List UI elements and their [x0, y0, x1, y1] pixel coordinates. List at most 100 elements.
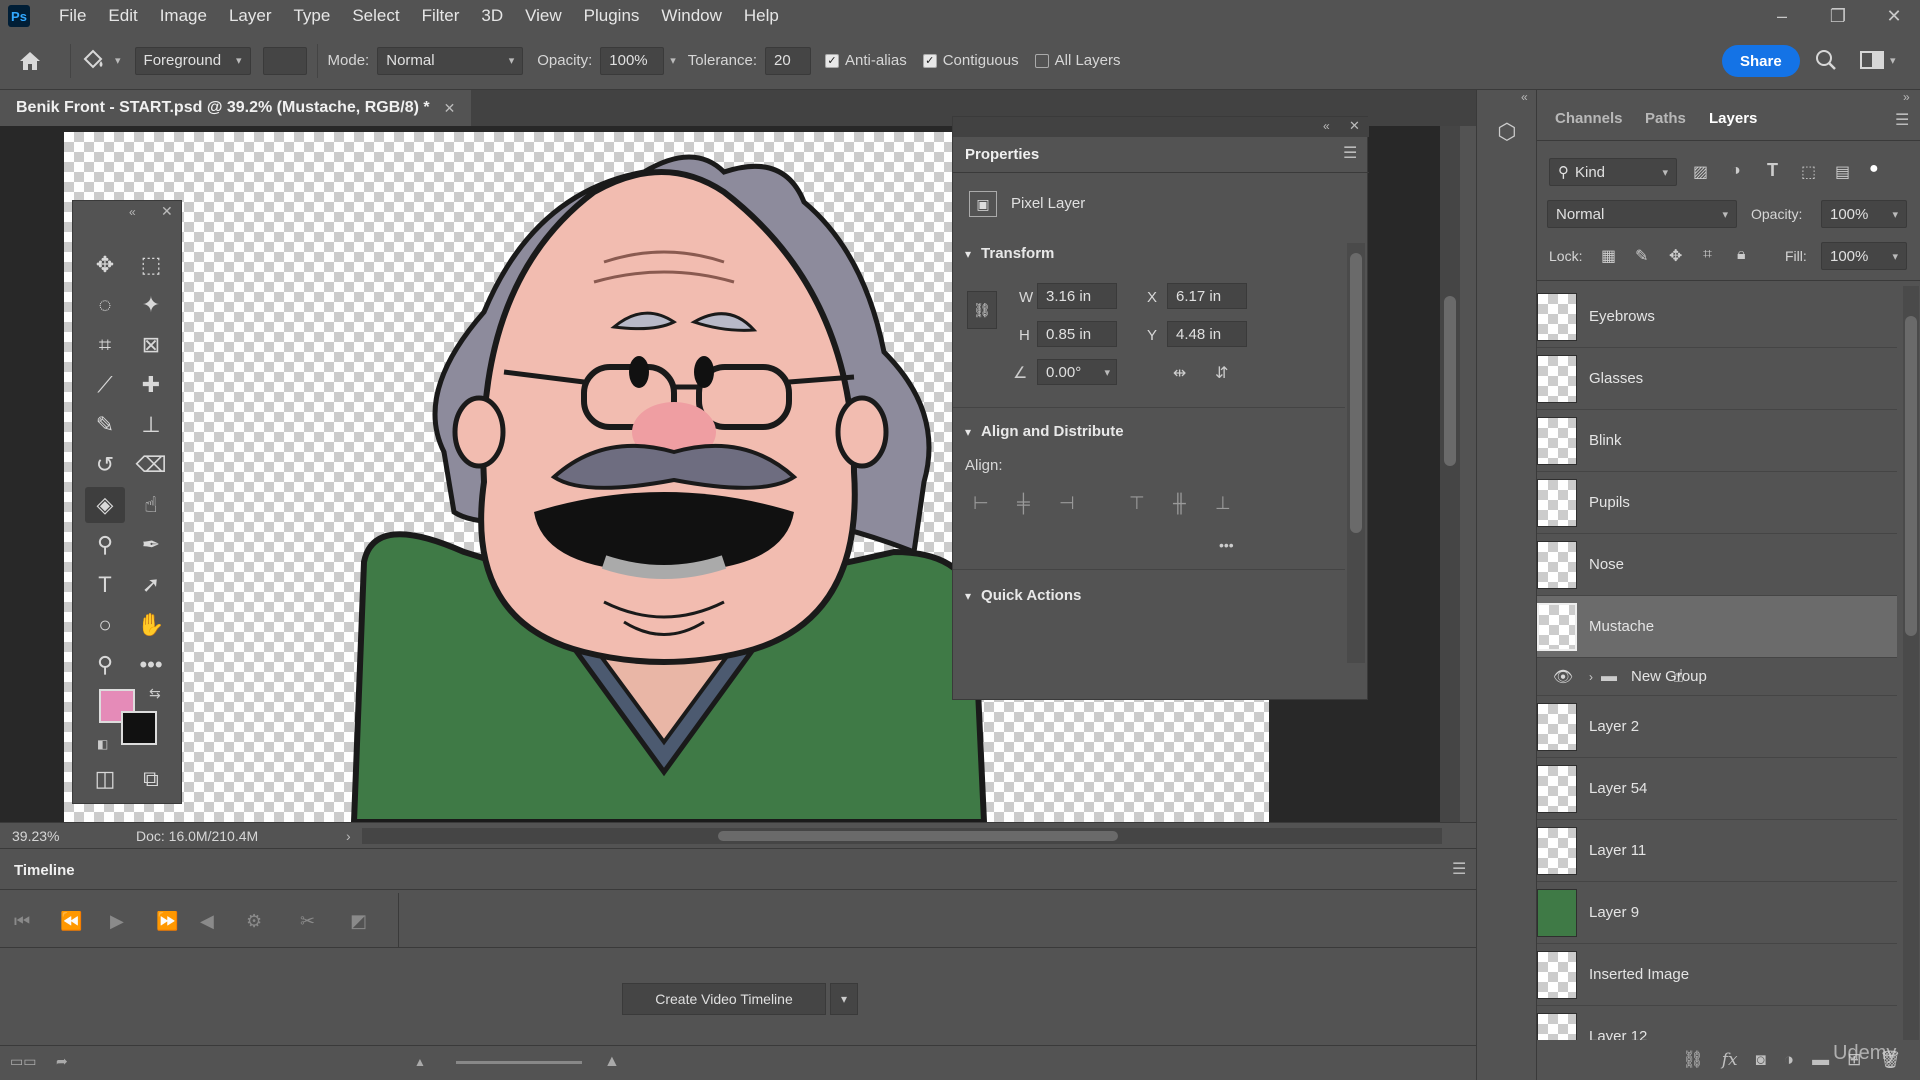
antialias-checkbox[interactable]: ✓ Anti-alias: [825, 52, 907, 69]
minimize-button[interactable]: –: [1754, 0, 1810, 32]
status-arrow-icon[interactable]: ›: [346, 828, 351, 844]
fill-input[interactable]: 100% ▾: [1821, 242, 1907, 270]
zoom-in-mountain-icon[interactable]: ▲: [604, 1053, 620, 1071]
menu-plugins[interactable]: Plugins: [573, 0, 651, 32]
paint-bucket-preset-icon[interactable]: ▾: [81, 49, 121, 73]
close-tab-icon[interactable]: ✕: [444, 100, 456, 117]
mask-icon[interactable]: ◙: [1756, 1050, 1766, 1070]
angle-input[interactable]: 0.00° ▾: [1037, 359, 1117, 385]
layer-group-new-group[interactable]: 👁︎ › ▬ New Group ☝: [1537, 658, 1897, 696]
lasso-tool-icon[interactable]: ◌: [85, 287, 125, 323]
flip-horizontal-icon[interactable]: ⇹: [1173, 363, 1186, 383]
expand-panel-icon[interactable]: »: [1903, 90, 1910, 104]
healing-brush-icon[interactable]: ✚: [131, 367, 171, 403]
flip-vertical-icon[interactable]: ⇵: [1215, 363, 1228, 383]
filter-shape-icon[interactable]: ⬚: [1801, 162, 1816, 182]
menu-3d[interactable]: 3D: [470, 0, 514, 32]
menu-filter[interactable]: Filter: [411, 0, 471, 32]
path-selection-icon[interactable]: ➚: [131, 567, 171, 603]
create-video-timeline-button[interactable]: Create Video Timeline: [622, 983, 826, 1015]
tolerance-input[interactable]: 20: [765, 46, 812, 75]
workspace-icon[interactable]: ▾: [1860, 50, 1896, 70]
settings-gear-icon[interactable]: ⚙: [246, 911, 262, 932]
x-input[interactable]: 6.17 in: [1167, 283, 1247, 309]
filter-toggle-icon[interactable]: ●: [1869, 160, 1879, 178]
menu-view[interactable]: View: [514, 0, 573, 32]
pen-tool-icon[interactable]: ✒: [131, 527, 171, 563]
tab-channels[interactable]: Channels: [1555, 110, 1623, 127]
collapse-panel-icon[interactable]: «: [1323, 119, 1330, 133]
timeline-menu-icon[interactable]: ☰: [1452, 859, 1466, 879]
layer-pupils[interactable]: 👁︎ Pupils: [1537, 472, 1897, 534]
align-middle-v-icon[interactable]: ╫: [1173, 493, 1186, 514]
zoom-level[interactable]: 39.23%: [12, 828, 122, 844]
layer-nose[interactable]: 👁︎ Nose: [1537, 534, 1897, 596]
frame-tool-icon[interactable]: ⊠: [131, 327, 171, 363]
fill-source-dropdown[interactable]: Foreground ▾: [134, 46, 251, 75]
link-icon[interactable]: ⛓: [1682, 1050, 1704, 1070]
blend-mode-dropdown[interactable]: Normal ▾: [1547, 200, 1737, 228]
transition-icon[interactable]: ◩: [350, 911, 367, 932]
next-frame-icon[interactable]: ⏩: [156, 911, 178, 932]
align-left-icon[interactable]: ⊢: [973, 493, 989, 514]
opacity-chevron-icon[interactable]: ▾: [670, 54, 676, 67]
render-icon[interactable]: ➦: [56, 1053, 68, 1070]
type-tool-icon[interactable]: T: [85, 567, 125, 603]
layer-opacity-input[interactable]: 100% ▾: [1821, 200, 1907, 228]
home-icon[interactable]: [0, 50, 60, 72]
quick-actions-header[interactable]: ▾ Quick Actions: [965, 587, 1081, 604]
ellipse-tool-icon[interactable]: ○: [85, 607, 125, 643]
layer-54[interactable]: 👁︎ Layer 54: [1537, 758, 1897, 820]
mode-dropdown[interactable]: Normal ▾: [377, 46, 524, 75]
stamp-tool-icon[interactable]: ⊥: [131, 407, 171, 443]
menu-edit[interactable]: Edit: [97, 0, 148, 32]
filter-type-icon[interactable]: T: [1767, 160, 1778, 181]
menu-window[interactable]: Window: [650, 0, 732, 32]
transform-section-header[interactable]: ▾ Transform: [965, 245, 1054, 262]
close-tools-icon[interactable]: ✕: [161, 203, 173, 220]
lock-image-icon[interactable]: ✎: [1635, 246, 1648, 266]
menu-select[interactable]: Select: [341, 0, 410, 32]
align-right-icon[interactable]: ⊣: [1059, 493, 1075, 514]
layer-11[interactable]: 👁︎ Layer 11: [1537, 820, 1897, 882]
canvas-horizontal-scrollbar[interactable]: [362, 828, 1442, 844]
menu-file[interactable]: File: [48, 0, 97, 32]
visibility-eye-icon[interactable]: 👁︎: [1537, 667, 1589, 687]
split-scissors-icon[interactable]: ✂: [300, 911, 315, 932]
paint-bucket-icon[interactable]: ◈: [85, 487, 125, 523]
swap-colors-icon[interactable]: ⇆: [149, 685, 161, 702]
layer-inserted-image[interactable]: 👁︎ Inserted Image: [1537, 944, 1897, 1006]
folder-icon[interactable]: ▬: [1812, 1050, 1829, 1070]
default-colors-icon[interactable]: ◧: [97, 737, 108, 751]
canvas-vertical-scrollbar[interactable]: [1440, 126, 1460, 822]
timeline-zoom-slider[interactable]: [456, 1061, 582, 1064]
zoom-out-mountain-icon[interactable]: ▲: [414, 1055, 426, 1069]
filter-adjustment-icon[interactable]: ◑: [1731, 162, 1741, 180]
layers-scrollbar[interactable]: [1903, 286, 1919, 1040]
timeline-dropdown-icon[interactable]: ▾: [830, 983, 858, 1015]
height-input[interactable]: 0.85 in: [1037, 321, 1117, 347]
brush-tool-icon[interactable]: ✎: [85, 407, 125, 443]
search-icon[interactable]: [1814, 48, 1838, 72]
smudge-tool-icon[interactable]: ☝: [131, 487, 171, 523]
restore-button[interactable]: ❐: [1810, 0, 1866, 32]
frame-view-icon[interactable]: ▭▭: [10, 1053, 36, 1070]
menu-image[interactable]: Image: [149, 0, 218, 32]
layer-mustache[interactable]: 👁︎ Mustache: [1537, 596, 1897, 658]
layer-9[interactable]: 👁︎ Layer 9: [1537, 882, 1897, 944]
layer-12[interactable]: 👁︎ Layer 12: [1537, 1006, 1897, 1040]
more-options-icon[interactable]: •••: [1219, 537, 1234, 553]
opacity-input[interactable]: 100%: [600, 46, 665, 75]
lock-position-icon[interactable]: ✥: [1669, 246, 1682, 266]
audio-icon[interactable]: ◀: [200, 911, 214, 932]
align-section-header[interactable]: ▾ Align and Distribute: [965, 423, 1124, 440]
quick-mask-icon[interactable]: ◫: [85, 761, 125, 797]
3d-cube-icon[interactable]: ⬡: [1489, 114, 1525, 150]
close-window-button[interactable]: ✕: [1866, 0, 1920, 32]
layer-blink[interactable]: 👁︎ Blink: [1537, 410, 1897, 472]
dodge-tool-icon[interactable]: ⚲: [85, 527, 125, 563]
menu-help[interactable]: Help: [733, 0, 790, 32]
lock-all-icon[interactable]: 🔒︎: [1737, 246, 1746, 264]
align-center-h-icon[interactable]: ╪: [1017, 493, 1030, 514]
lock-transparent-icon[interactable]: ▦: [1601, 246, 1616, 266]
